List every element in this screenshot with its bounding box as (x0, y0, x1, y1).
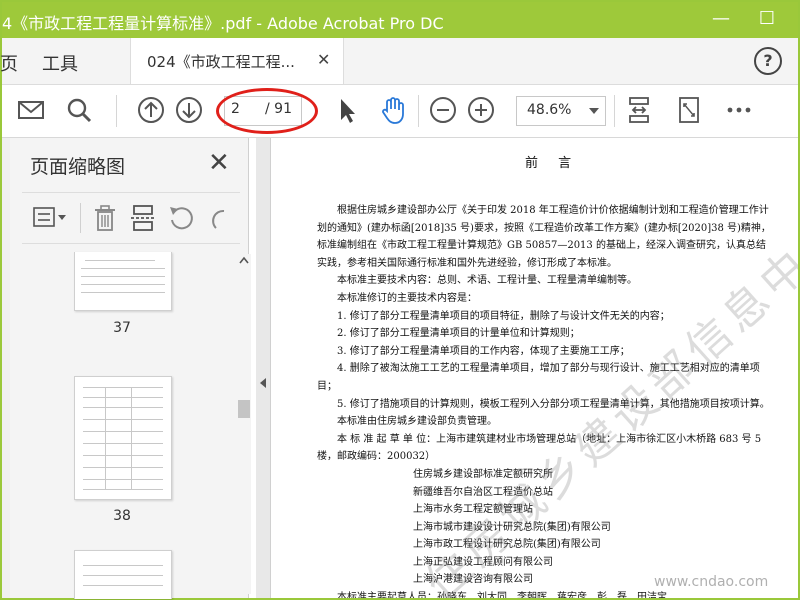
toolbar: 2 / 91 48.6% (2, 85, 798, 138)
collapse-arrow-icon[interactable] (260, 378, 266, 388)
toolbar-separator (116, 95, 117, 127)
nav-home-tab[interactable]: 页 (0, 50, 18, 76)
site-watermark: www.cndao.com (654, 574, 769, 590)
toolbar-separator (614, 95, 615, 127)
doc-paragraph: 本标准主要起草人员：孙晓东 刘大同 李朝晖 蒋宏彦 彭 磊 田洁宝 (337, 592, 667, 598)
page-thumbnail[interactable] (74, 376, 172, 500)
document-tab[interactable]: 024《市政工程工程... ✕ (130, 38, 344, 84)
delete-page-icon[interactable] (90, 203, 120, 233)
doc-paragraph: 本标准主要技术内容：总则、术语、工程计量、工程量清单编制等。 (337, 275, 637, 287)
zoom-level-dropdown[interactable]: 48.6% (516, 96, 606, 126)
doc-org-line: 上海正弘建设工程顾问有限公司 (413, 556, 553, 568)
doc-org-line: 上海市政工程设计研究总院(集团)有限公司 (413, 539, 601, 551)
scrollbar-thumb[interactable] (238, 400, 250, 418)
panel-title: 页面缩略图 (30, 156, 126, 178)
acrobat-window: 4《市政工程工程量计算标准》.pdf - Adobe Acrobat Pro D… (0, 0, 800, 600)
next-page-icon[interactable] (174, 95, 204, 125)
nav-tools-tab[interactable]: 工具 (42, 50, 78, 76)
zoom-in-icon[interactable] (466, 95, 496, 125)
chevron-down-icon (589, 108, 599, 114)
panel-collapse-bar[interactable] (256, 138, 271, 598)
window-title: 4《市政工程工程量计算标准》.pdf - Adobe Acrobat Pro D… (2, 14, 444, 33)
doc-paragraph: 5. 修订了措施项目的计算规则，模板工程列入分部分项工程量清单计算，其他措施项目… (337, 398, 770, 410)
previous-page-icon[interactable] (136, 95, 166, 125)
doc-paragraph: 本标准由住房城乡建设部负责管理。 (337, 416, 497, 428)
document-tab-label: 024《市政工程工程... (147, 53, 295, 71)
email-icon[interactable] (16, 95, 46, 125)
document-body: 根据住房城乡建设部办公厅《关于印发 2018 年工程造价计价依据编制计划和工程造… (317, 202, 773, 598)
more-options-icon[interactable] (724, 95, 754, 125)
zoom-out-icon[interactable] (428, 95, 458, 125)
rotate-left-icon[interactable] (166, 203, 196, 233)
document-heading: 前 言 (525, 156, 580, 171)
thumbnail-options-icon[interactable] (32, 205, 68, 231)
doc-paragraph: 根据住房城乡建设部办公厅《关于印发 2018 年工程造价计价依据编制计划和工程造… (317, 205, 771, 269)
page-thumbnails-panel: 页面缩略图 ✕ 37 38 (10, 138, 251, 599)
maximize-button[interactable]: ☐ (756, 8, 778, 30)
thumbnail-scrollbar[interactable] (237, 254, 251, 594)
page-thumbnail[interactable] (74, 252, 172, 311)
title-bar: 4《市政工程工程量计算标准》.pdf - Adobe Acrobat Pro D… (2, 2, 798, 38)
search-icon[interactable] (64, 95, 94, 125)
scroll-up-icon[interactable] (239, 256, 249, 264)
hand-tool-icon[interactable] (378, 95, 408, 125)
fit-page-icon[interactable] (624, 95, 654, 125)
page-thumbnail[interactable] (74, 550, 172, 599)
rotate-right-icon[interactable] (204, 203, 228, 233)
extract-page-icon[interactable] (128, 203, 158, 233)
thumbnail-page-label: 38 (113, 508, 131, 524)
help-icon[interactable]: ? (754, 47, 782, 75)
full-screen-icon[interactable] (674, 95, 704, 125)
tab-close-icon[interactable]: ✕ (317, 50, 330, 69)
minimize-button[interactable]: — (710, 8, 732, 30)
document-view[interactable]: 前 言 根据住房城乡建设部办公厅《关于印发 2018 年工程造价计价依据编制计划… (271, 138, 798, 598)
panel-toolbar (22, 192, 240, 244)
panel-close-icon[interactable]: ✕ (208, 148, 230, 178)
panel-separator (80, 203, 81, 233)
zoom-level-value: 48.6% (527, 102, 572, 118)
annotation-ellipse (216, 88, 318, 134)
select-cursor-icon[interactable] (332, 95, 362, 125)
thumbnail-page-label: 37 (113, 320, 131, 336)
tab-bar: 页 工具 024《市政工程工程... ✕ ? (0, 38, 798, 85)
toolbar-separator (418, 95, 419, 127)
